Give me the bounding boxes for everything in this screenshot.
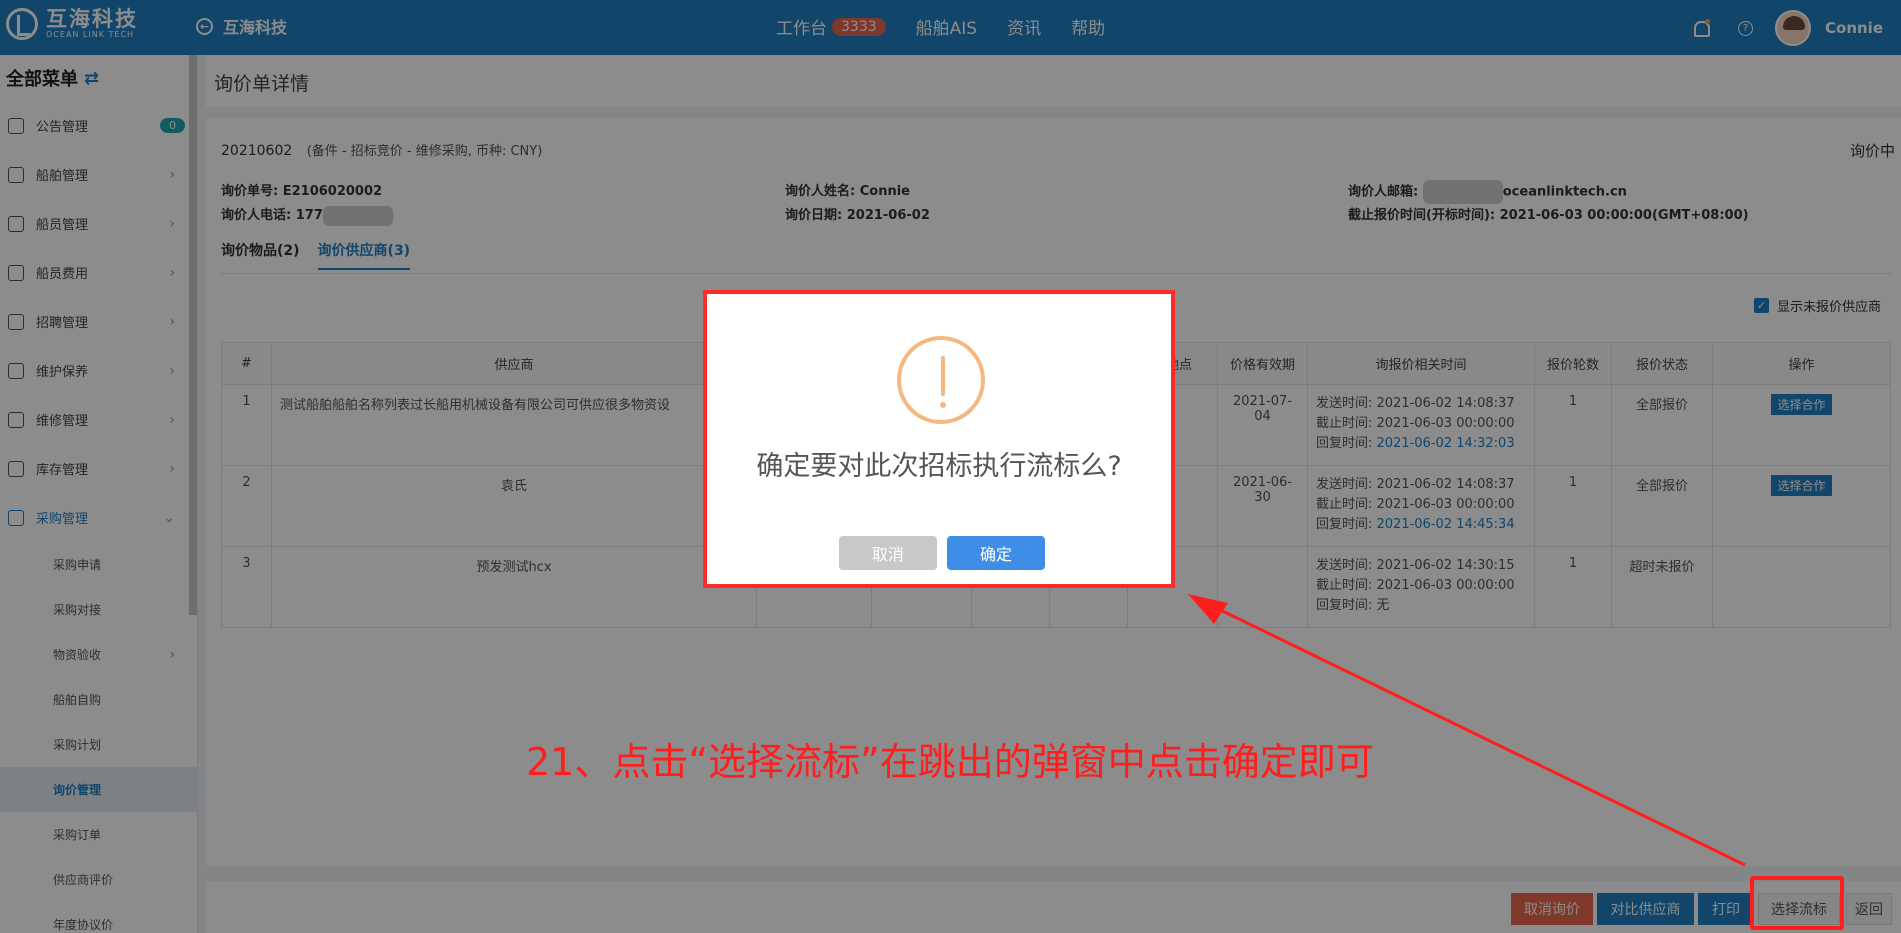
dialog-cancel-button[interactable]: 取消 — [839, 536, 937, 570]
warning-icon — [897, 336, 985, 424]
annotation-highlight-box — [1750, 876, 1844, 930]
annotation-text: 21、点击“选择流标”在跳出的弹窗中点击确定即可 — [526, 740, 1374, 784]
confirm-dialog: 确定要对此次招标执行流标么? 取消 确定 — [703, 290, 1175, 588]
dialog-message: 确定要对此次招标执行流标么? — [756, 451, 1122, 482]
dialog-confirm-button[interactable]: 确定 — [947, 536, 1045, 570]
